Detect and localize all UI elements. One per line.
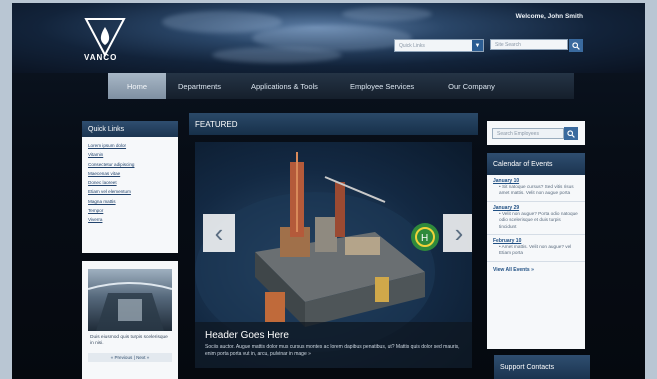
quick-link-item[interactable]: Donec laoreet (88, 178, 172, 187)
calendar-panel: Calendar of Events January 10 • Sit nato… (487, 153, 585, 349)
intranet-page: VANCO Welcome, John Smith Quick Links ▼ … (12, 3, 645, 379)
featured-title: FEATURED (189, 113, 478, 135)
quick-links-panel: Quick Links Lorem ipsum dolor Vitamin Co… (82, 121, 178, 253)
welcome-message: Welcome, John Smith (515, 13, 583, 20)
nav-item-departments[interactable]: Departments (166, 73, 235, 99)
quick-link-item[interactable]: Viverra (88, 215, 172, 224)
support-contacts-title[interactable]: Support Contacts (494, 355, 590, 379)
next-slide-button[interactable]: › (443, 214, 472, 252)
quick-links-list: Lorem ipsum dolor Vitamin Consectetur ad… (82, 137, 178, 229)
event-description: • Sit natoque cursus? Sed vitis risus am… (499, 184, 574, 196)
view-all-events-link[interactable]: View All Events » (487, 262, 585, 278)
employee-search-input[interactable]: Search Employees (492, 128, 564, 139)
photo-panel: Duis eiusmod quis turpis scelerisque in … (82, 261, 178, 379)
slide-caption-text: Sociis auctor. Augue mattis dolor mus cu… (205, 344, 460, 357)
calendar-title: Calendar of Events (487, 153, 585, 175)
quick-link-item[interactable]: Tempor (88, 206, 172, 215)
site-search-button[interactable] (569, 39, 583, 52)
quick-link-item[interactable]: Lorem ipsum dolor (88, 141, 172, 150)
nav-item-our-company[interactable]: Our Company (428, 73, 509, 99)
chevron-left-icon: ‹ (214, 218, 224, 248)
site-search-input[interactable]: Site Search (490, 39, 568, 50)
quick-link-item[interactable]: Vitamin (88, 150, 172, 159)
quick-links-dropdown-label: Quick Links (399, 42, 425, 49)
event-description: • Velit non augue? Porta odio natoque od… (499, 210, 578, 229)
photo-caption: Duis eiusmod quis turpis scelerisque in … (90, 335, 168, 346)
main-nav: Home Departments Applications & Tools Em… (108, 73, 574, 99)
previous-slide-button[interactable]: ‹ (203, 214, 235, 252)
nav-item-employee-services[interactable]: Employee Services (332, 73, 428, 99)
event-item: January 10 • Sit natoque cursus? Sed vit… (487, 175, 585, 202)
nav-item-applications-tools[interactable]: Applications & Tools (235, 73, 332, 99)
brand-name: VANCO (84, 53, 118, 62)
chevron-right-icon: › (454, 218, 464, 248)
slide-caption: Header Goes Here Sociis auctor. Augue ma… (195, 322, 472, 368)
search-icon (567, 129, 575, 138)
quick-link-item[interactable]: Maecenas vitae (88, 169, 172, 178)
event-description: • Amet mattis. Velit non augue? vel Etia… (499, 244, 572, 256)
event-item: February 10 • Amet mattis. Velit non aug… (487, 235, 585, 262)
svg-text:H: H (421, 233, 428, 244)
quick-link-item[interactable]: Magna mattis (88, 197, 172, 206)
header-banner: VANCO Welcome, John Smith Quick Links ▼ … (12, 3, 645, 73)
nav-item-home[interactable]: Home (108, 73, 167, 99)
quick-links-dropdown[interactable]: Quick Links ▼ (394, 39, 484, 52)
photo-thumbnail[interactable] (88, 269, 172, 331)
featured-slideshow[interactable]: H ‹ › Header Goes Here Sociis auctor. Au… (195, 142, 472, 368)
quick-link-item[interactable]: Consectetur adipiscing (88, 160, 172, 169)
quick-link-item[interactable]: Etiam vel elementum (88, 187, 172, 196)
event-item: January 29 • Velit non augue? Porta odio… (487, 202, 585, 236)
employee-search-button[interactable] (564, 127, 578, 140)
photo-pager[interactable]: « Previous | Next » (88, 353, 172, 362)
slide-caption-title[interactable]: Header Goes Here (205, 330, 289, 341)
quick-links-title: Quick Links (82, 121, 178, 137)
chevron-down-icon[interactable]: ▼ (472, 40, 483, 51)
search-icon (572, 41, 580, 50)
